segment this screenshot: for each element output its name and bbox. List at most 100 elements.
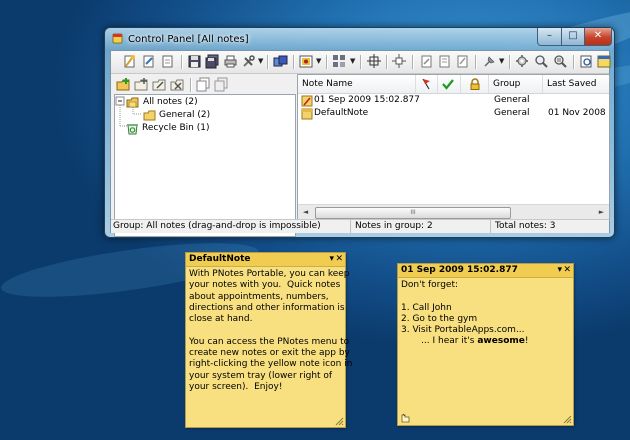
tree-item-label: All notes (2) xyxy=(143,97,198,107)
all-notes-icon xyxy=(126,97,139,108)
note-body-text[interactable]: Don't forget: 1. Call John 2. Go to the … xyxy=(401,280,528,348)
help-icon[interactable] xyxy=(597,54,612,69)
add-group-icon[interactable] xyxy=(116,77,131,92)
sticky-note-01-sep-2009[interactable]: 01 Sep 2009 15:02.877 ▾ ✕ Don't forget: … xyxy=(397,263,574,426)
toolbar-separator xyxy=(181,55,183,69)
folder-icon xyxy=(143,110,156,121)
add-subgroup-icon[interactable] xyxy=(134,77,149,92)
resize-grip-icon[interactable] xyxy=(335,417,344,426)
note-title-bar[interactable]: 01 Sep 2009 15:02.877 ▾ ✕ xyxy=(398,264,573,278)
scroll-thumb[interactable]: III xyxy=(315,207,511,219)
notes-list: Note Name Group Last Saved 01 Sep 2009 1… xyxy=(297,74,610,221)
schedule-dropdown-arrow[interactable]: ▼ xyxy=(316,57,321,65)
show-group-icon[interactable] xyxy=(196,77,211,92)
pnotes-app-icon xyxy=(112,33,123,44)
toolbar-separator xyxy=(573,55,575,69)
minimize-button[interactable]: – xyxy=(537,28,562,46)
tools-dropdown-arrow[interactable]: ▼ xyxy=(258,57,263,65)
toolbar-separator xyxy=(190,78,192,92)
title-bar[interactable]: Control Panel [All notes] – □ ✕ xyxy=(105,28,614,50)
close-button[interactable]: ✕ xyxy=(584,28,612,46)
adjust-icon[interactable] xyxy=(273,54,288,69)
note-line: 3. Visit PortableApps.com... xyxy=(401,325,525,336)
note-link-icon[interactable] xyxy=(401,413,411,423)
send-icon[interactable] xyxy=(455,54,470,69)
groups-icon[interactable] xyxy=(332,54,347,69)
scroll-left-button[interactable]: ◄ xyxy=(298,205,313,220)
note-close-button[interactable]: ✕ xyxy=(563,264,571,277)
note-title: DefaultNote xyxy=(189,254,251,264)
tree-item-label: Recycle Bin (1) xyxy=(142,123,210,133)
maximize-button[interactable]: □ xyxy=(561,28,585,46)
note-bold-word: awesome xyxy=(477,336,525,347)
completed-check-icon xyxy=(442,79,454,90)
note-line: Don't forget: xyxy=(401,280,459,290)
hide-icon[interactable] xyxy=(419,54,434,69)
settings-icon[interactable] xyxy=(515,54,530,69)
show-icon[interactable] xyxy=(437,54,452,69)
column-priority[interactable] xyxy=(416,75,438,93)
tools-icon[interactable] xyxy=(241,54,256,69)
save-icon[interactable] xyxy=(187,54,202,69)
search-tag-icon[interactable] xyxy=(553,54,568,69)
note-group-cell: General xyxy=(494,95,530,105)
groups-tree: All notes (2) General (2) Recycle Bin (1… xyxy=(114,94,296,237)
edit-group-icon[interactable] xyxy=(152,77,167,92)
note-icon xyxy=(301,108,313,120)
column-group[interactable]: Group xyxy=(489,75,543,93)
main-toolbar: ▼ ▼ ▼ ▼ xyxy=(111,51,612,74)
horizontal-scrollbar[interactable]: ◄ III ► xyxy=(298,204,609,220)
toolbar-separator xyxy=(386,55,388,69)
sticky-note-defaultnote[interactable]: DefaultNote ▾ ✕ With PNotes Portable, yo… xyxy=(185,252,352,428)
search-icon[interactable] xyxy=(534,54,549,69)
column-protected[interactable] xyxy=(461,75,489,93)
groups-toolbar xyxy=(111,74,293,94)
preview-icon[interactable] xyxy=(579,54,594,69)
status-total-notes: Total notes: 3 xyxy=(495,221,556,231)
note-body-text[interactable]: With PNotes Portable, you can keep your … xyxy=(189,269,352,393)
tree-item-recycle-bin[interactable]: Recycle Bin (1) xyxy=(126,122,246,135)
hide-group-icon[interactable] xyxy=(214,77,229,92)
column-note-name[interactable]: Note Name xyxy=(298,75,416,93)
note-title-bar[interactable]: DefaultNote ▾ ✕ xyxy=(186,253,345,267)
delete-group-icon[interactable] xyxy=(170,77,185,92)
pin-icon[interactable] xyxy=(482,54,497,69)
tree-item-general[interactable]: General (2) xyxy=(143,110,263,122)
toolbar-separator xyxy=(412,55,414,69)
open-note-icon[interactable] xyxy=(141,54,156,69)
tree-item-label: General (2) xyxy=(159,110,211,120)
note-menu-dropdown[interactable]: ▾ xyxy=(329,253,334,266)
note-name-cell: 01 Sep 2009 15:02.877 xyxy=(314,95,420,105)
note-menu-dropdown[interactable]: ▾ xyxy=(557,264,562,277)
print-icon[interactable] xyxy=(223,54,238,69)
table-row[interactable]: DefaultNote General 01 Nov 2008 21: xyxy=(298,107,609,120)
center-icon[interactable] xyxy=(367,54,382,69)
new-note-icon[interactable] xyxy=(122,54,137,69)
tree-item-all-notes[interactable]: All notes (2) xyxy=(126,97,246,109)
note-name-cell: DefaultNote xyxy=(314,108,369,118)
window-client-area: ▼ ▼ ▼ ▼ All notes (2) General (2) Recycl… xyxy=(110,50,612,237)
list-header: Note Name Group Last Saved xyxy=(298,75,609,94)
toolbar-separator xyxy=(360,55,362,69)
column-last-saved[interactable]: Last Saved xyxy=(543,75,609,93)
scroll-right-button[interactable]: ► xyxy=(594,205,609,220)
groups-dropdown-arrow[interactable]: ▼ xyxy=(350,57,355,65)
schedule-icon[interactable] xyxy=(299,54,314,69)
dock-icon[interactable] xyxy=(392,54,407,69)
column-completed[interactable] xyxy=(438,75,461,93)
note-close-button[interactable]: ✕ xyxy=(335,253,343,266)
note-last-saved-cell: 01 Nov 2008 21: xyxy=(548,108,609,118)
open-folder-icon[interactable] xyxy=(160,54,175,69)
resize-grip-icon[interactable] xyxy=(563,415,572,424)
note-group-cell: General xyxy=(494,108,530,118)
toolbar-separator xyxy=(293,55,295,69)
note-line: 2. Go to the gym xyxy=(401,313,478,324)
recycle-bin-icon xyxy=(127,124,138,135)
note-title: 01 Sep 2009 15:02.877 xyxy=(401,265,518,275)
status-bar: Group: All notes (drag-and-drop is impos… xyxy=(111,219,609,233)
note-line: ... I hear it's xyxy=(401,336,478,347)
save-all-icon[interactable] xyxy=(205,54,220,69)
toolbar-separator xyxy=(475,55,477,69)
pin-dropdown-arrow[interactable]: ▼ xyxy=(499,57,504,65)
table-row[interactable]: 01 Sep 2009 15:02.877 General xyxy=(298,94,609,107)
